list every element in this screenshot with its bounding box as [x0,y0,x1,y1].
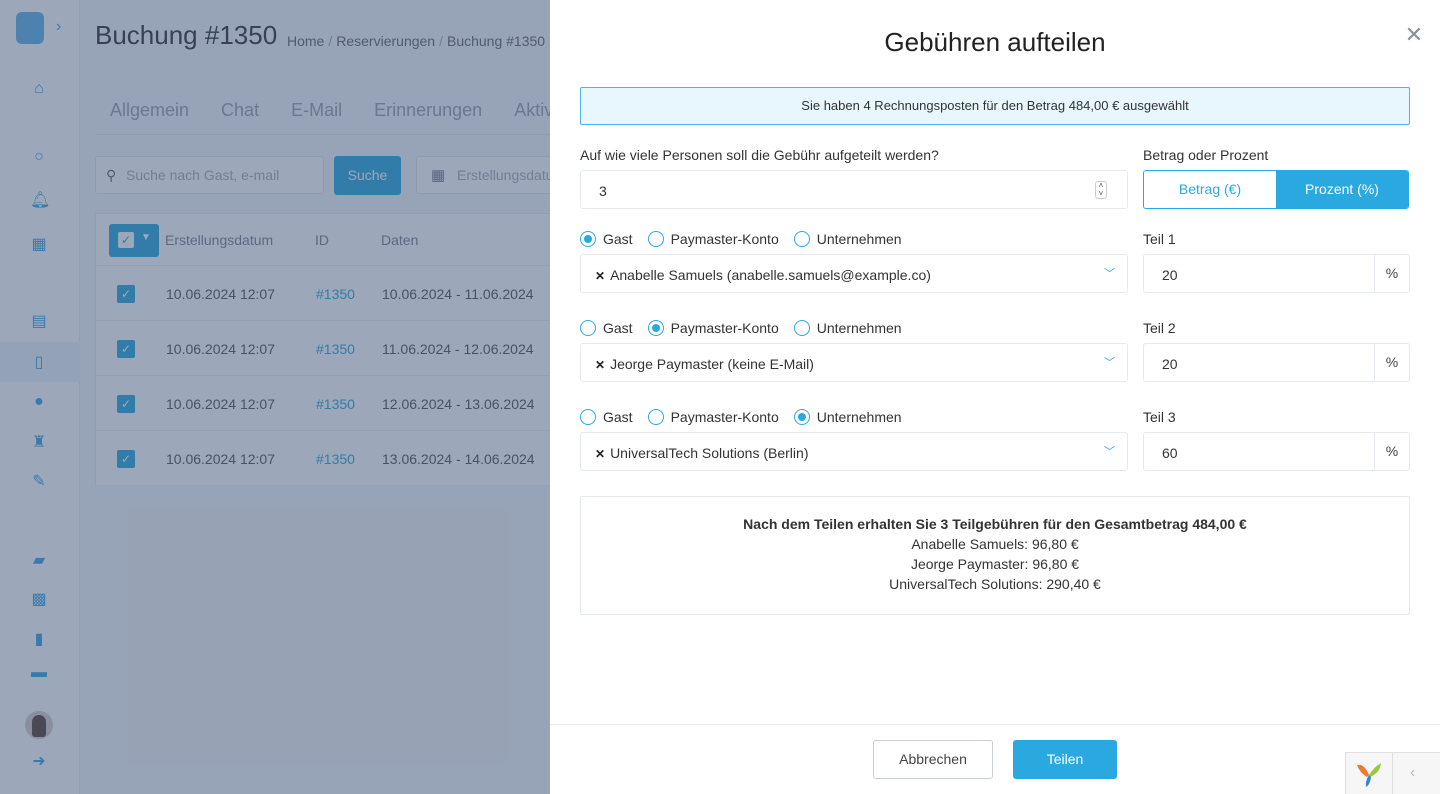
persons-label: Auf wie viele Personen soll die Gebühr a… [580,147,939,163]
split-button[interactable]: Teilen [1013,740,1117,779]
split-summary: Nach dem Teilen erhalten Sie 3 Teilgebüh… [580,496,1410,615]
summary-line: UniversalTech Solutions: 290,40 € [889,576,1101,592]
chevron-down-icon: ﹀ [1104,446,1115,458]
radio-paymaster[interactable]: Paymaster-Konto [647,320,779,336]
amount-percent-toggle: Betrag (€) Prozent (%) [1143,170,1409,209]
mode-amount-button[interactable]: Betrag (€) [1144,171,1276,208]
part-3-selection: UniversalTech Solutions (Berlin) [610,445,809,461]
mode-label: Betrag oder Prozent [1143,147,1269,163]
part-1-selection: Anabelle Samuels (anabelle.samuels@examp… [610,267,931,283]
radio-unternehmen[interactable]: Unternehmen [793,231,902,247]
summary-line: Anabelle Samuels: 96,80 € [911,536,1079,552]
persons-count-value: 3 [599,183,607,199]
percent-addon: % [1374,344,1409,381]
part-2-selection: Jeorge Paymaster (keine E-Mail) [610,356,814,372]
cancel-button[interactable]: Abbrechen [873,740,993,779]
percent-addon: % [1374,255,1409,292]
clear-icon[interactable]: ✕ [595,447,605,461]
modal-title: Gebühren aufteilen [884,27,1106,57]
part-1-type-radios: Gast Paymaster-Konto Unternehmen [580,231,917,247]
close-icon[interactable]: ✕ [1403,24,1425,46]
radio-unternehmen[interactable]: Unternehmen [793,320,902,336]
chevron-left-icon[interactable]: ‹ [1410,764,1415,782]
persons-count-input[interactable]: 3 ˄ ˅ [580,170,1128,209]
part-3-type-radios: Gast Paymaster-Konto Unternehmen [580,409,917,425]
modal-backdrop[interactable] [0,0,550,794]
clear-icon[interactable]: ✕ [595,269,605,283]
footer-divider [550,724,1440,725]
number-stepper-icon[interactable]: ˄ ˅ [1095,181,1107,199]
summary-line: Jeorge Paymaster: 96,80 € [910,556,1080,572]
selection-info: Sie haben 4 Rechnungsposten für den Betr… [580,87,1410,125]
part-1-label: Teil 1 [1143,231,1176,247]
radio-paymaster[interactable]: Paymaster-Konto [647,231,779,247]
part-2-type-radios: Gast Paymaster-Konto Unternehmen [580,320,917,336]
part-1-value: 20 [1162,267,1178,283]
part-2-value: 20 [1162,356,1178,372]
part-1-input[interactable]: 20 % [1143,254,1410,293]
part-1-select[interactable]: ✕ Anabelle Samuels (anabelle.samuels@exam… [580,254,1128,293]
radio-unternehmen[interactable]: Unternehmen [793,409,902,425]
yii-logo-icon[interactable] [1354,759,1384,789]
radio-gast[interactable]: Gast [580,320,633,336]
debug-toolbar: ‹ [1345,752,1440,794]
mode-percent-button[interactable]: Prozent (%) [1276,171,1408,208]
part-2-input[interactable]: 20 % [1143,343,1410,382]
percent-addon: % [1374,433,1409,470]
radio-gast[interactable]: Gast [580,409,633,425]
part-2-label: Teil 2 [1143,320,1176,336]
clear-icon[interactable]: ✕ [595,358,605,372]
part-3-label: Teil 3 [1143,409,1176,425]
part-3-input[interactable]: 60 % [1143,432,1410,471]
chevron-down-icon: ﹀ [1104,268,1115,280]
summary-heading: Nach dem Teilen erhalten Sie 3 Teilgebüh… [743,516,1247,532]
part-2-select[interactable]: ✕ Jeorge Paymaster (keine E-Mail) ﹀ [580,343,1128,382]
part-3-select[interactable]: ✕ UniversalTech Solutions (Berlin) ﹀ [580,432,1128,471]
radio-gast[interactable]: Gast [580,231,633,247]
part-3-value: 60 [1162,445,1178,461]
chevron-down-icon: ﹀ [1104,357,1115,369]
split-fees-panel: Gebühren aufteilen ✕ Sie haben 4 Rechnun… [550,0,1440,794]
radio-paymaster[interactable]: Paymaster-Konto [647,409,779,425]
